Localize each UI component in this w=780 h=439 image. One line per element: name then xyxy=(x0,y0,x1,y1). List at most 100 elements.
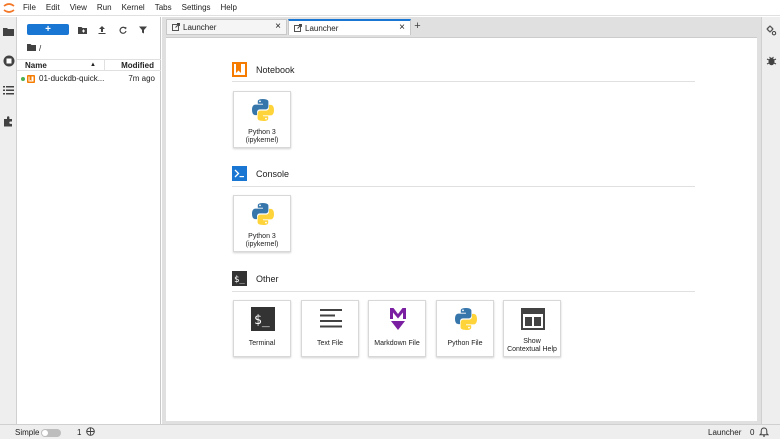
file-name[interactable]: 01-duckdb-quick... xyxy=(39,74,104,83)
contextual-help-icon xyxy=(521,307,545,331)
section-divider xyxy=(232,186,695,187)
launcher-tab-icon xyxy=(172,23,180,31)
right-sidebar xyxy=(761,17,780,424)
breadcrumb: / xyxy=(27,43,41,53)
simple-mode-toggle[interactable] xyxy=(41,429,61,437)
jupyter-logo-icon xyxy=(0,0,18,16)
console-section-title: Console xyxy=(232,166,289,181)
menu-help[interactable]: Help xyxy=(216,0,242,16)
card-label-line1: Show xyxy=(523,338,541,345)
python-icon xyxy=(251,202,275,226)
tab-launcher-2[interactable]: Launcher × xyxy=(288,19,411,35)
notebook-file-icon xyxy=(27,75,35,83)
folder-icon[interactable] xyxy=(2,25,15,38)
extensions-icon[interactable] xyxy=(2,115,15,128)
notebook-python3-card[interactable]: Python 3 (ipykernel) xyxy=(233,91,291,148)
notebook-icon xyxy=(232,62,247,77)
kernel-status-icon[interactable] xyxy=(86,427,95,438)
close-tab-icon[interactable]: × xyxy=(275,21,281,33)
file-modified: 7m ago xyxy=(128,74,155,83)
refresh-icon[interactable] xyxy=(117,24,129,36)
other-heading: Other xyxy=(256,273,279,284)
text-file-icon xyxy=(319,307,343,331)
python-icon xyxy=(251,98,275,122)
name-column-header[interactable]: Name xyxy=(25,61,47,70)
filter-icon[interactable] xyxy=(137,24,149,36)
modified-column-header[interactable]: Modified xyxy=(121,61,154,70)
python-icon xyxy=(454,307,478,331)
sort-ascending-icon[interactable]: ▲ xyxy=(90,62,96,68)
running-kernels-icon[interactable] xyxy=(2,54,15,67)
svg-text:$_: $_ xyxy=(254,313,270,328)
menu-settings[interactable]: Settings xyxy=(177,0,216,16)
close-tab-icon[interactable]: × xyxy=(399,22,405,34)
file-list-header: Name ▲ Modified xyxy=(17,59,161,71)
debugger-icon[interactable] xyxy=(766,55,777,66)
main-dock-area: Launcher × Launcher × + Notebook Python … xyxy=(162,17,761,424)
status-bar: Simple 1 Launcher 0 xyxy=(0,424,780,439)
card-label: Terminal xyxy=(248,340,276,347)
tab-label: Launcher xyxy=(305,23,339,33)
card-label: Show Contextual Help xyxy=(505,338,559,354)
terminal-section-icon: $_ xyxy=(232,271,247,286)
toggle-knob xyxy=(42,430,48,436)
notification-bell-icon[interactable] xyxy=(758,427,770,439)
other-section-title: $_ Other xyxy=(232,271,279,286)
menu-bar: File Edit View Run Kernel Tabs Settings … xyxy=(0,0,780,16)
running-indicator-icon xyxy=(21,77,25,81)
left-sidebar xyxy=(0,17,17,424)
column-divider[interactable] xyxy=(104,60,105,71)
tab-launcher-1[interactable]: Launcher × xyxy=(166,19,287,35)
menu-tabs[interactable]: Tabs xyxy=(150,0,177,16)
breadcrumb-path[interactable]: / xyxy=(39,44,41,53)
tab-label: Launcher xyxy=(183,22,217,32)
file-browser-panel: + / Name ▲ Modified 01-duckdb-quick... 7… xyxy=(17,17,161,424)
launcher-tab-icon xyxy=(294,24,302,32)
card-label-line2: (ipykernel) xyxy=(245,241,279,248)
current-mode-label: Launcher xyxy=(708,428,742,437)
home-folder-icon[interactable] xyxy=(27,43,36,53)
contextual-help-card[interactable]: Show Contextual Help xyxy=(503,300,561,357)
card-label: Python 3 (ipykernel) xyxy=(235,129,289,145)
add-tab-button[interactable]: + xyxy=(412,20,423,32)
markdown-icon xyxy=(386,307,410,331)
card-label: Python File xyxy=(447,340,483,347)
console-python3-card[interactable]: Python 3 (ipykernel) xyxy=(233,195,291,252)
card-label: Text File xyxy=(316,340,344,347)
card-label-line1: Python 3 xyxy=(248,233,276,240)
notification-count[interactable]: 0 xyxy=(750,428,754,437)
console-heading: Console xyxy=(256,168,290,179)
kernel-count[interactable]: 1 xyxy=(77,428,81,437)
card-label: Python 3 (ipykernel) xyxy=(235,233,289,249)
notebook-heading: Notebook xyxy=(256,64,295,75)
text-file-card[interactable]: Text File xyxy=(301,300,359,357)
section-divider xyxy=(232,81,695,82)
card-label-line2: (ipykernel) xyxy=(245,137,279,144)
upload-icon[interactable] xyxy=(96,24,108,36)
card-label-line1: Python 3 xyxy=(248,129,276,136)
new-folder-icon[interactable] xyxy=(76,24,88,36)
menu-run[interactable]: Run xyxy=(92,0,117,16)
card-label: Markdown File xyxy=(374,340,420,347)
menu-edit[interactable]: Edit xyxy=(41,0,65,16)
svg-text:$_: $_ xyxy=(234,275,245,285)
tab-bar: Launcher × Launcher × + xyxy=(162,17,761,35)
table-of-contents-icon[interactable] xyxy=(2,84,15,97)
console-icon xyxy=(232,166,247,181)
list-item[interactable]: 01-duckdb-quick... 7m ago xyxy=(17,73,161,85)
terminal-icon: $_ xyxy=(251,307,275,331)
section-divider xyxy=(232,291,695,292)
card-label-line2: Contextual Help xyxy=(507,346,557,353)
file-browser-toolbar: + xyxy=(17,22,161,38)
new-launcher-button[interactable]: + xyxy=(27,24,69,35)
simple-mode-label: Simple xyxy=(15,428,40,437)
launcher-panel: Notebook Python 3 (ipykernel) Console Py… xyxy=(166,37,757,421)
menu-file[interactable]: File xyxy=(18,0,41,16)
python-file-card[interactable]: Python File xyxy=(436,300,494,357)
property-inspector-icon[interactable] xyxy=(766,25,777,36)
menu-view[interactable]: View xyxy=(65,0,92,16)
terminal-card[interactable]: $_ Terminal xyxy=(233,300,291,357)
markdown-file-card[interactable]: Markdown File xyxy=(368,300,426,357)
menu-kernel[interactable]: Kernel xyxy=(117,0,150,16)
notebook-section-title: Notebook xyxy=(232,62,295,77)
